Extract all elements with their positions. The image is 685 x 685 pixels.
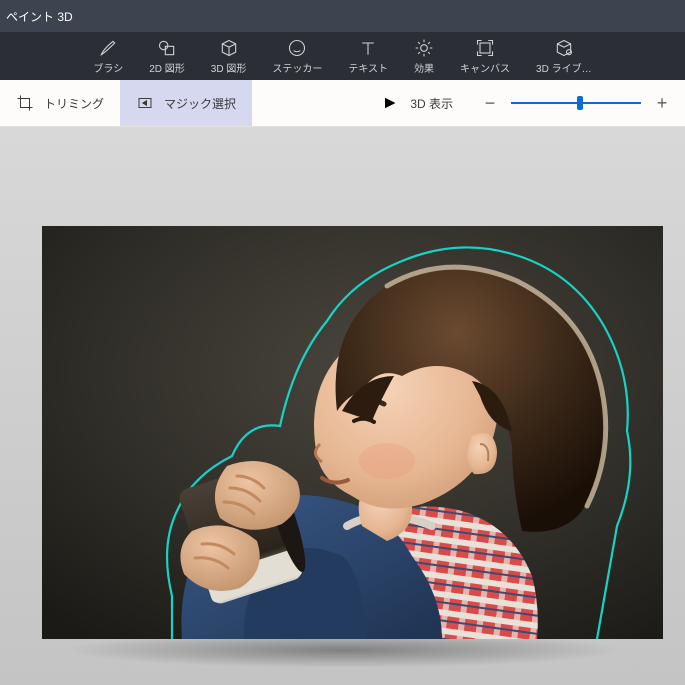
zoom-control: − + xyxy=(467,80,685,126)
sticker-icon xyxy=(287,38,307,58)
canvas-image[interactable] xyxy=(42,226,663,639)
library-3d-icon xyxy=(554,38,574,58)
app-title: ペイント 3D xyxy=(6,8,73,25)
ribbon-2d-shapes[interactable]: 2D 図形 xyxy=(149,38,185,75)
magic-select-button[interactable]: マジック選択 xyxy=(120,80,252,126)
view-3d-label: 3D 表示 xyxy=(410,95,453,112)
zoom-track xyxy=(511,102,641,104)
ribbon-library-label: 3D ライブ… xyxy=(536,60,592,75)
ribbon-sticker-label: ステッカー xyxy=(272,60,322,75)
ribbon-canvas[interactable]: キャンバス xyxy=(460,38,510,75)
magic-select-label: マジック選択 xyxy=(164,95,236,112)
shapes-3d-icon xyxy=(219,38,239,58)
ribbon-3d-shapes[interactable]: 3D 図形 xyxy=(211,38,247,75)
ribbon-brush-label: ブラシ xyxy=(93,60,123,75)
text-icon xyxy=(358,38,378,58)
zoom-in-button[interactable]: + xyxy=(653,93,671,114)
ribbon-canvas-label: キャンバス xyxy=(460,60,510,75)
ribbon-stickers[interactable]: ステッカー xyxy=(272,38,322,75)
zoom-slider[interactable] xyxy=(511,93,641,113)
ribbon: ブラシ 2D 図形 3D 図形 ステッカー テキスト 効果 キャンバス 3D ラ… xyxy=(0,32,685,80)
title-bar: ペイント 3D xyxy=(0,0,685,32)
toolbar-spacer xyxy=(252,80,368,126)
crop-button[interactable]: トリミング xyxy=(0,80,120,126)
shapes-2d-icon xyxy=(157,38,177,58)
ribbon-effects[interactable]: 効果 xyxy=(414,38,434,75)
ribbon-2d-label: 2D 図形 xyxy=(149,60,185,75)
zoom-out-button[interactable]: − xyxy=(481,93,499,114)
ribbon-text-label: テキスト xyxy=(348,60,388,75)
zoom-thumb[interactable] xyxy=(577,96,583,110)
canvas-icon xyxy=(475,38,495,58)
effects-icon xyxy=(414,38,434,58)
ribbon-text[interactable]: テキスト xyxy=(348,38,388,75)
crop-label: トリミング xyxy=(44,95,104,112)
ribbon-3d-library[interactable]: 3D ライブ… xyxy=(536,38,592,75)
view-3d-icon xyxy=(382,94,400,112)
ribbon-brush[interactable]: ブラシ xyxy=(93,38,123,75)
magic-select-icon xyxy=(136,94,154,112)
ribbon-effects-label: 効果 xyxy=(414,60,434,75)
brush-icon xyxy=(98,38,118,58)
canvas-stage[interactable] xyxy=(0,127,685,685)
ribbon-3d-label: 3D 図形 xyxy=(211,60,247,75)
view-3d-toggle[interactable]: 3D 表示 xyxy=(368,80,467,126)
crop-icon xyxy=(16,94,34,112)
sub-toolbar: トリミング マジック選択 3D 表示 − + xyxy=(0,80,685,127)
